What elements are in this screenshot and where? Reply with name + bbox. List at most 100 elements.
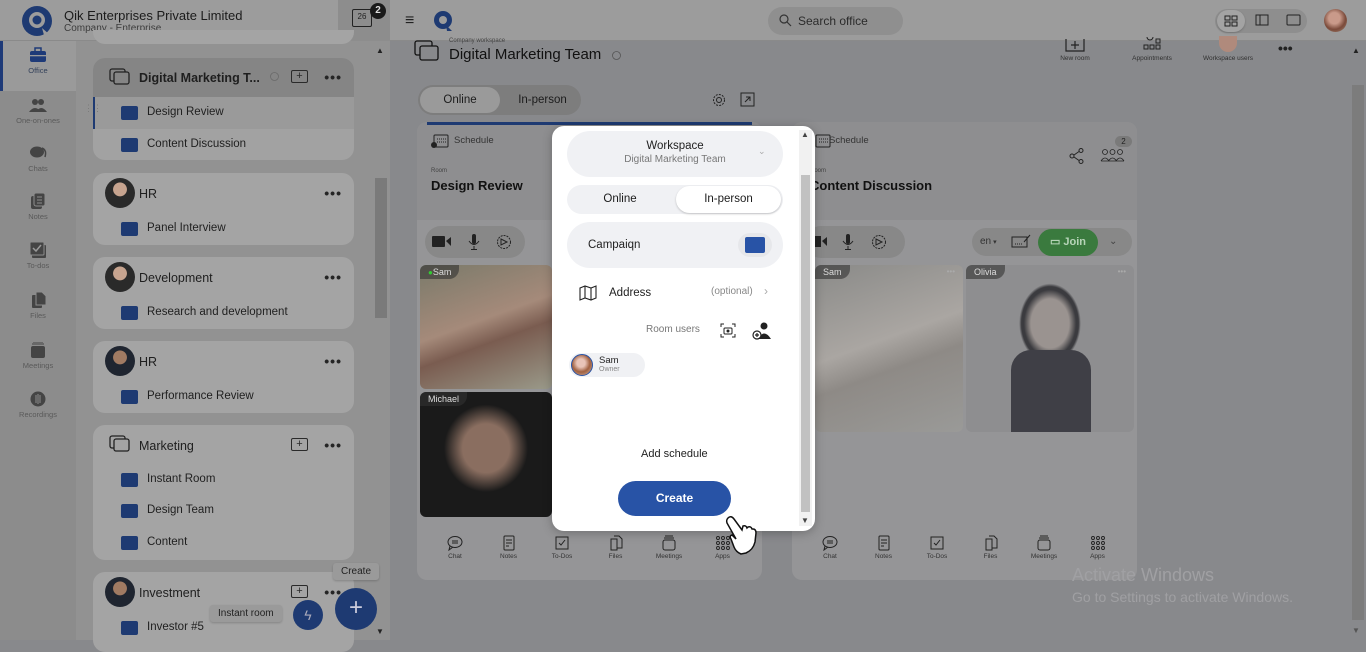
group-title[interactable]: Marketing <box>139 439 194 453</box>
create-button[interactable]: Create <box>618 481 731 516</box>
drag-handle-icon[interactable]: ⋮⋮ <box>84 104 102 120</box>
more-options-button[interactable]: ••• <box>324 353 342 369</box>
dialog-tab-in-person[interactable]: In-person <box>676 186 781 213</box>
scroll-up-arrow-icon[interactable]: ▲ <box>376 46 384 55</box>
calendar-icon[interactable]: 26 <box>352 9 372 27</box>
join-options-chevron-icon[interactable]: ⌄ <box>1109 236 1117 247</box>
schedule-label[interactable]: Schedule <box>454 135 494 146</box>
participant-tile[interactable]: Sam ••• <box>815 265 963 432</box>
toolbar-chat[interactable]: Chat <box>435 535 475 560</box>
room-user-chip[interactable]: Sam Owner <box>569 353 645 377</box>
effects-icon[interactable] <box>496 234 512 250</box>
add-schedule-link[interactable]: Add schedule <box>641 448 708 460</box>
more-options-button[interactable]: ••• <box>324 437 342 453</box>
room-item-design-review[interactable]: Design Review <box>93 97 354 129</box>
tile-more-button[interactable]: ••• <box>1118 267 1126 276</box>
nav-item-files[interactable]: Files <box>0 286 76 336</box>
more-options-button[interactable]: ••• <box>324 69 342 85</box>
participant-tile[interactable]: Olivia ••• <box>966 265 1134 432</box>
main-scrollbar[interactable] <box>1352 85 1364 620</box>
group-title[interactable]: Investment <box>139 586 200 600</box>
toolbar-meetings[interactable]: Meetings <box>649 535 689 560</box>
nav-item-one-on-ones[interactable]: One-on-ones <box>0 91 76 141</box>
share-icon[interactable] <box>1069 148 1084 164</box>
group-title[interactable]: Development <box>139 271 213 285</box>
add-room-button[interactable]: + <box>291 585 308 598</box>
tab-in-person[interactable]: In-person <box>505 87 580 113</box>
info-icon[interactable] <box>612 51 621 60</box>
workspace-select[interactable]: Workspace Digital Marketing Team <box>567 131 783 177</box>
more-options-button[interactable]: ••• <box>324 269 342 285</box>
schedule-icon[interactable] <box>430 134 449 149</box>
person-card[interactable]: HR ••• Performance Review <box>93 341 354 413</box>
workspace-users-button[interactable]: Workspace users <box>1200 36 1256 62</box>
scroll-up-arrow-icon[interactable]: ▲ <box>1352 46 1360 55</box>
grid-view-button[interactable] <box>1217 10 1245 32</box>
room-item[interactable]: Design Team <box>93 495 354 527</box>
toolbar-apps[interactable]: Apps <box>1078 535 1118 560</box>
whiteboard-icon[interactable] <box>1011 234 1031 248</box>
info-icon[interactable] <box>270 72 279 81</box>
dialog-scrollbar[interactable] <box>801 175 810 512</box>
toolbar-to-dos[interactable]: To-Dos <box>917 535 957 560</box>
qik-q-logo-icon[interactable] <box>432 10 454 32</box>
instant-room-button[interactable]: ϟ <box>293 600 323 630</box>
toolbar-chat[interactable]: Chat <box>810 535 850 560</box>
add-room-button[interactable]: + <box>291 438 308 451</box>
room-name-field[interactable]: Campaiqn <box>567 222 783 268</box>
nav-item-recordings[interactable]: Recordings <box>0 385 76 435</box>
open-external-icon[interactable] <box>740 92 755 107</box>
participant-tile[interactable]: Michael <box>420 392 552 517</box>
room-users-icon[interactable] <box>1100 148 1125 162</box>
user-avatar[interactable] <box>1324 9 1347 32</box>
nav-item-to-dos[interactable]: To-dos <box>0 236 76 286</box>
microphone-icon[interactable] <box>468 234 480 250</box>
microphone-icon[interactable] <box>842 234 854 250</box>
person-card[interactable]: HR ••• Panel Interview <box>93 173 354 245</box>
camera-icon[interactable] <box>432 235 452 248</box>
join-button[interactable]: ▭ Join <box>1038 229 1098 256</box>
add-user-icon[interactable] <box>752 322 772 340</box>
scroll-down-arrow-icon[interactable]: ▼ <box>801 516 809 525</box>
language-select[interactable]: en ▾ <box>980 236 997 247</box>
workspace-card[interactable]: Marketing + ••• Instant Room Design Team… <box>93 425 354 560</box>
room-item[interactable]: Content <box>93 527 354 559</box>
tab-online[interactable]: Online <box>420 87 500 113</box>
scroll-down-arrow-icon[interactable]: ▼ <box>376 627 384 636</box>
scan-qr-icon[interactable] <box>720 323 736 338</box>
room-item[interactable]: Research and development <box>93 297 354 329</box>
more-options-button[interactable]: ••• <box>324 185 342 201</box>
address-row[interactable]: Address (optional) › <box>567 278 783 308</box>
toolbar-notes[interactable]: Notes <box>489 535 529 560</box>
single-view-icon[interactable] <box>1286 14 1301 26</box>
qik-logo-icon[interactable] <box>20 4 54 38</box>
workspace-card[interactable]: Digital Marketing T... + ••• Design Revi… <box>93 58 354 160</box>
create-fab-button[interactable]: + <box>335 588 377 630</box>
room-item[interactable]: Performance Review <box>93 381 354 413</box>
add-room-button[interactable]: + <box>291 70 308 83</box>
nav-item-notes[interactable]: Notes <box>0 187 76 237</box>
toolbar-files[interactable]: Files <box>596 535 636 560</box>
scroll-down-arrow-icon[interactable]: ▼ <box>1352 626 1360 635</box>
dialog-tab-online[interactable]: Online <box>567 185 673 214</box>
person-card[interactable]: Development ••• Research and development <box>93 257 354 329</box>
sidebar-scrollbar[interactable] <box>375 178 387 318</box>
sidebar-view-icon[interactable] <box>1255 14 1269 26</box>
tile-more-button[interactable]: ••• <box>947 267 955 276</box>
toolbar-notes[interactable]: Notes <box>864 535 904 560</box>
scroll-up-arrow-icon[interactable]: ▲ <box>801 130 809 139</box>
toolbar-meetings[interactable]: Meetings <box>1024 535 1064 560</box>
participant-tile[interactable]: ●Sam <box>420 265 552 389</box>
toolbar-to-dos[interactable]: To-Dos <box>542 535 582 560</box>
room-color-picker[interactable] <box>738 233 772 257</box>
schedule-label[interactable]: Schedule <box>829 135 869 146</box>
group-title[interactable]: HR <box>139 355 157 369</box>
effects-icon[interactable] <box>871 234 887 250</box>
group-title[interactable]: HR <box>139 187 157 201</box>
room-item[interactable]: Instant Room <box>93 464 354 496</box>
nav-item-chats[interactable]: Chats <box>0 139 76 189</box>
nav-item-office[interactable]: Office <box>0 41 76 91</box>
nav-item-meetings[interactable]: Meetings <box>0 336 76 386</box>
appointments-button[interactable]: Appointments <box>1127 36 1177 62</box>
settings-gear-icon[interactable] <box>711 92 727 108</box>
